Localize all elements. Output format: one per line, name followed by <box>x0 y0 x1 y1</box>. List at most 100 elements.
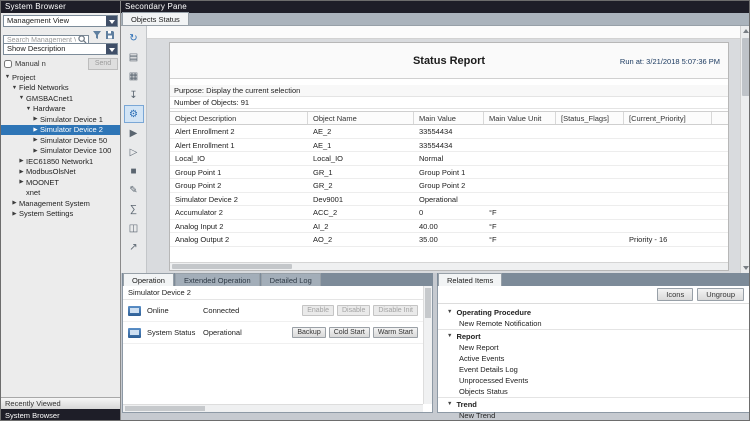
chevron-down-icon[interactable] <box>106 16 117 26</box>
tab-objects-status[interactable]: Objects Status <box>122 12 189 25</box>
expand-icon[interactable] <box>17 95 26 101</box>
scrollbar-thumb[interactable] <box>125 406 205 411</box>
collapse-icon[interactable] <box>17 169 26 175</box>
cold-start-button[interactable]: Cold Start <box>329 327 370 338</box>
collapse-icon[interactable] <box>31 127 40 133</box>
warm-start-button[interactable]: Warm Start <box>373 327 418 338</box>
related-item[interactable]: Active Events <box>438 353 749 364</box>
table-row[interactable]: Group Point 2GR_2Group Point 2 <box>170 179 728 193</box>
chevron-down-icon[interactable] <box>106 44 117 54</box>
manual-navigation-checkbox[interactable] <box>4 60 12 68</box>
column-header[interactable]: [Current_Priority] <box>624 112 712 124</box>
column-header[interactable]: Main Value Unit <box>484 112 556 124</box>
tree-item-system-settings[interactable]: System Settings <box>1 209 120 220</box>
description-selector-dropdown[interactable]: Show Description <box>3 43 118 55</box>
collapse-icon[interactable] <box>31 148 40 154</box>
scrollbar-thumb[interactable] <box>172 264 292 269</box>
related-item[interactable]: New Report <box>438 342 749 353</box>
column-header[interactable]: Main Value <box>414 112 484 124</box>
table-row[interactable]: Analog Input 2AI_240.00°F <box>170 220 728 234</box>
related-item[interactable]: Event Details Log <box>438 364 749 375</box>
icons-button[interactable]: Icons <box>657 288 693 301</box>
edit-icon[interactable]: ✎ <box>124 181 144 199</box>
statistics-icon[interactable]: ∑ <box>124 200 144 218</box>
tree-item-project[interactable]: Project <box>1 72 120 83</box>
filter-icon[interactable] <box>92 30 102 40</box>
expand-icon[interactable] <box>3 74 12 80</box>
collapse-icon[interactable] <box>17 158 26 164</box>
ungroup-button[interactable]: Ungroup <box>697 288 744 301</box>
related-item[interactable]: Unprocessed Events <box>438 375 749 386</box>
export-icon[interactable]: ↧ <box>124 86 144 104</box>
tree-item-moonet[interactable]: MOONET <box>1 177 120 188</box>
send-button[interactable]: Send <box>88 58 118 70</box>
report-horizontal-scrollbar[interactable] <box>170 262 728 270</box>
tree-item-hardware[interactable]: Hardware <box>1 104 120 115</box>
system-browser-panel: System Browser Management View <box>1 1 121 421</box>
tree-item-gmsbacnet1[interactable]: GMSBACnet1 <box>1 93 120 104</box>
group-trend[interactable]: Trend <box>438 398 749 410</box>
save-view-icon[interactable] <box>105 30 115 40</box>
table-row[interactable]: Alert Enrollment 2AE_233554434 <box>170 125 728 139</box>
grid-view-icon[interactable]: ◫ <box>124 219 144 237</box>
report-vertical-scrollbar[interactable] <box>740 26 750 273</box>
expand-icon[interactable] <box>10 85 19 91</box>
related-items-list: Operating Procedure New Remote Notificat… <box>438 304 749 421</box>
operation-horizontal-scrollbar[interactable] <box>123 404 423 412</box>
related-item[interactable]: Objects Status <box>438 386 749 397</box>
scroll-up-icon[interactable] <box>741 26 750 36</box>
print-icon[interactable]: ▦ <box>124 67 144 85</box>
scroll-down-icon[interactable] <box>741 263 750 273</box>
tree-item-field-networks[interactable]: Field Networks <box>1 83 120 94</box>
tab-extended-operation[interactable]: Extended Operation <box>175 273 260 286</box>
column-header[interactable]: [Status_Flags] <box>556 112 624 124</box>
collapse-icon[interactable] <box>17 179 26 185</box>
collapse-icon[interactable] <box>10 200 19 206</box>
operation-property-label: Online <box>147 306 203 315</box>
table-row[interactable]: Simulator Device 2Dev9001Operational <box>170 193 728 207</box>
table-row[interactable]: Local_IOLocal_IONormal <box>170 152 728 166</box>
disable-button[interactable]: Disable <box>337 305 370 316</box>
collapse-icon[interactable] <box>10 211 19 217</box>
tree-item-xnet[interactable]: xnet <box>1 188 120 199</box>
related-item[interactable]: New Remote Notification <box>438 318 749 329</box>
save-icon[interactable]: ▤ <box>124 48 144 66</box>
backup-button[interactable]: Backup <box>292 327 325 338</box>
collapse-icon[interactable] <box>31 116 40 122</box>
scrollbar-thumb[interactable] <box>425 288 431 318</box>
stop-icon[interactable]: ■ <box>124 162 144 180</box>
operation-vertical-scrollbar[interactable] <box>423 286 432 404</box>
table-row[interactable]: Group Point 1GR_1Group Point 1 <box>170 166 728 180</box>
table-row[interactable]: Alert Enrollment 1AE_133554434 <box>170 139 728 153</box>
run-icon[interactable]: ▶ <box>124 124 144 142</box>
column-header[interactable]: Object Name <box>308 112 414 124</box>
recently-viewed-bar[interactable]: Recently Viewed <box>1 397 120 409</box>
run-selection-icon[interactable]: ▷ <box>124 143 144 161</box>
tree-item-simulator-device-1[interactable]: Simulator Device 1 <box>1 114 120 125</box>
tree-item-management-system[interactable]: Management System <box>1 198 120 209</box>
enable-button[interactable]: Enable <box>302 305 334 316</box>
tab-detailed-log[interactable]: Detailed Log <box>261 273 321 286</box>
scrollbar-thumb[interactable] <box>742 38 750 96</box>
expand-icon[interactable] <box>24 106 33 112</box>
related-item[interactable]: New Trend <box>438 410 749 421</box>
share-icon[interactable]: ↗ <box>124 238 144 256</box>
table-row[interactable]: Analog Output 2AO_235.00°FPriority - 16 <box>170 233 728 247</box>
tree-item-simulator-device-50[interactable]: Simulator Device 50 <box>1 135 120 146</box>
settings-icon[interactable]: ⚙ <box>124 105 144 123</box>
disable-init-button[interactable]: Disable Init <box>373 305 418 316</box>
tab-operation[interactable]: Operation <box>123 273 174 286</box>
refresh-icon[interactable]: ↻ <box>124 29 144 47</box>
tab-related-items[interactable]: Related Items <box>438 273 502 286</box>
collapse-icon[interactable] <box>31 137 40 143</box>
tree-item-simulator-device-2[interactable]: Simulator Device 2 <box>1 125 120 136</box>
table-row[interactable]: Accumulator 2ACC_20°F <box>170 206 728 220</box>
group-operating-procedure[interactable]: Operating Procedure <box>438 306 749 318</box>
system-browser-bar[interactable]: System Browser <box>1 409 120 421</box>
column-header[interactable]: Object Description <box>170 112 308 124</box>
tree-item-modbus-net[interactable]: ModbusOlsNet <box>1 167 120 178</box>
tree-item-simulator-device-100[interactable]: Simulator Device 100 <box>1 146 120 157</box>
view-selector-dropdown[interactable]: Management View <box>3 15 118 27</box>
tree-item-iec61850-network1[interactable]: IEC61850 Network1 <box>1 156 120 167</box>
group-report[interactable]: Report <box>438 330 749 342</box>
